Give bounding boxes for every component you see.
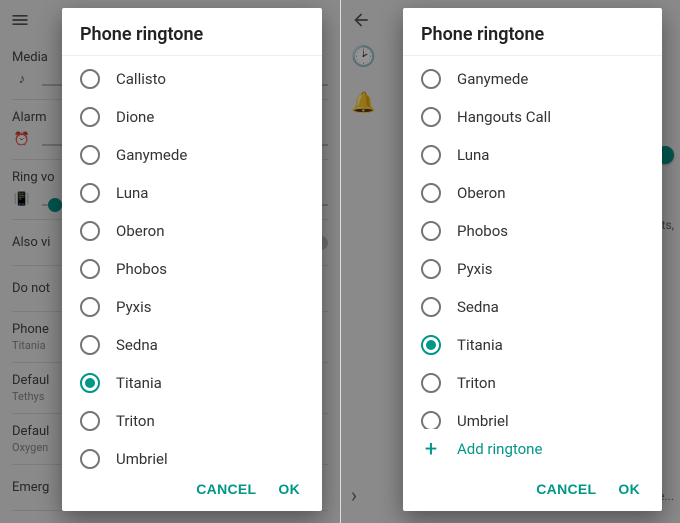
- ringtone-option-label: Luna: [116, 184, 148, 202]
- ringtone-option[interactable]: Dione: [62, 98, 322, 136]
- radio-unselected-icon: [80, 297, 100, 317]
- radio-unselected-icon: [80, 449, 100, 469]
- dialog-actions: CANCEL OK: [62, 469, 322, 511]
- plus-icon: +: [421, 439, 441, 459]
- ringtone-option[interactable]: Sedna: [403, 288, 662, 326]
- ringtone-dialog-right: Phone ringtone Ganymede Hangouts Call Luna…: [403, 8, 662, 511]
- ringtone-option[interactable]: Ganymede: [403, 60, 662, 98]
- radio-unselected-icon: [421, 69, 441, 89]
- ringtone-option-label: Umbriel: [116, 450, 168, 468]
- ringtone-option-label: Triton: [116, 412, 155, 430]
- ringtone-option-label: Sedna: [457, 298, 499, 316]
- radio-unselected-icon: [80, 145, 100, 165]
- radio-unselected-icon: [421, 297, 441, 317]
- ringtone-option-label: Ganymede: [457, 70, 528, 88]
- ringtone-option-label: Umbriel: [457, 412, 509, 429]
- radio-unselected-icon: [80, 335, 100, 355]
- radio-unselected-icon: [80, 107, 100, 127]
- add-ringtone-label: Add ringtone: [457, 440, 542, 458]
- cancel-button[interactable]: CANCEL: [536, 481, 596, 497]
- radio-unselected-icon: [80, 221, 100, 241]
- ringtone-option[interactable]: Triton: [62, 402, 322, 440]
- radio-unselected-icon: [421, 259, 441, 279]
- ringtone-option-list[interactable]: Ganymede Hangouts Call Luna Oberon Phobos Pyx…: [403, 56, 662, 429]
- ringtone-option-label: Luna: [457, 146, 489, 164]
- ringtone-option[interactable]: Umbriel: [403, 402, 662, 429]
- ringtone-option-label: Oberon: [116, 222, 164, 240]
- ringtone-option[interactable]: Triton: [403, 364, 662, 402]
- radio-selected-icon: [80, 373, 100, 393]
- add-ringtone-row[interactable]: + Add ringtone: [403, 429, 662, 469]
- ok-button[interactable]: OK: [618, 481, 640, 497]
- ringtone-option-label: Phobos: [116, 260, 167, 278]
- ringtone-option[interactable]: Ganymede: [62, 136, 322, 174]
- ringtone-option[interactable]: Pyxis: [403, 250, 662, 288]
- radio-unselected-icon: [421, 145, 441, 165]
- ringtone-option[interactable]: Luna: [62, 174, 322, 212]
- dialog-actions: CANCEL OK: [403, 469, 662, 511]
- ringtone-dialog-left: Phone ringtone Callisto Dione Ganymede Luna…: [62, 8, 322, 511]
- radio-unselected-icon: [80, 183, 100, 203]
- ringtone-option[interactable]: Oberon: [62, 212, 322, 250]
- ringtone-option[interactable]: Titania: [62, 364, 322, 402]
- ok-button[interactable]: OK: [278, 481, 300, 497]
- ringtone-option[interactable]: Pyxis: [62, 288, 322, 326]
- ringtone-option[interactable]: Titania: [403, 326, 662, 364]
- ringtone-option-label: Sedna: [116, 336, 158, 354]
- ringtone-option-label: Phobos: [457, 222, 508, 240]
- ringtone-option[interactable]: Luna: [403, 136, 662, 174]
- radio-selected-icon: [421, 335, 441, 355]
- ringtone-option-list[interactable]: Callisto Dione Ganymede Luna Oberon Phobos Pyx…: [62, 56, 322, 469]
- radio-unselected-icon: [421, 107, 441, 127]
- ringtone-option[interactable]: Umbriel: [62, 440, 322, 469]
- ringtone-option-label: Pyxis: [116, 298, 152, 316]
- radio-unselected-icon: [421, 373, 441, 393]
- ringtone-option-label: Pyxis: [457, 260, 493, 278]
- right-panel: ts, Scree... 🕑 🔔 › Phone ringtone Ganyme…: [340, 0, 680, 523]
- dialog-title: Phone ringtone: [62, 8, 322, 56]
- ringtone-option[interactable]: Phobos: [62, 250, 322, 288]
- ringtone-option-label: Titania: [116, 374, 162, 392]
- radio-unselected-icon: [421, 183, 441, 203]
- ringtone-option[interactable]: Phobos: [403, 212, 662, 250]
- left-panel: Media ♪ Alarm ⏰ Ring vo 📳 Also vi D: [0, 0, 340, 523]
- ringtone-option-label: Dione: [116, 108, 154, 126]
- radio-unselected-icon: [421, 411, 441, 429]
- cancel-button[interactable]: CANCEL: [196, 481, 256, 497]
- ringtone-option[interactable]: Sedna: [62, 326, 322, 364]
- ringtone-option-label: Titania: [457, 336, 503, 354]
- ringtone-option-label: Ganymede: [116, 146, 187, 164]
- ringtone-option[interactable]: Oberon: [403, 174, 662, 212]
- ringtone-option[interactable]: Hangouts Call: [403, 98, 662, 136]
- radio-unselected-icon: [80, 259, 100, 279]
- radio-unselected-icon: [80, 69, 100, 89]
- ringtone-option-label: Oberon: [457, 184, 505, 202]
- ringtone-option-label: Triton: [457, 374, 496, 392]
- ringtone-option[interactable]: Callisto: [62, 60, 322, 98]
- ringtone-option-label: Hangouts Call: [457, 108, 551, 126]
- ringtone-option-label: Callisto: [116, 70, 166, 88]
- dialog-title: Phone ringtone: [403, 8, 662, 56]
- radio-unselected-icon: [421, 221, 441, 241]
- radio-unselected-icon: [80, 411, 100, 431]
